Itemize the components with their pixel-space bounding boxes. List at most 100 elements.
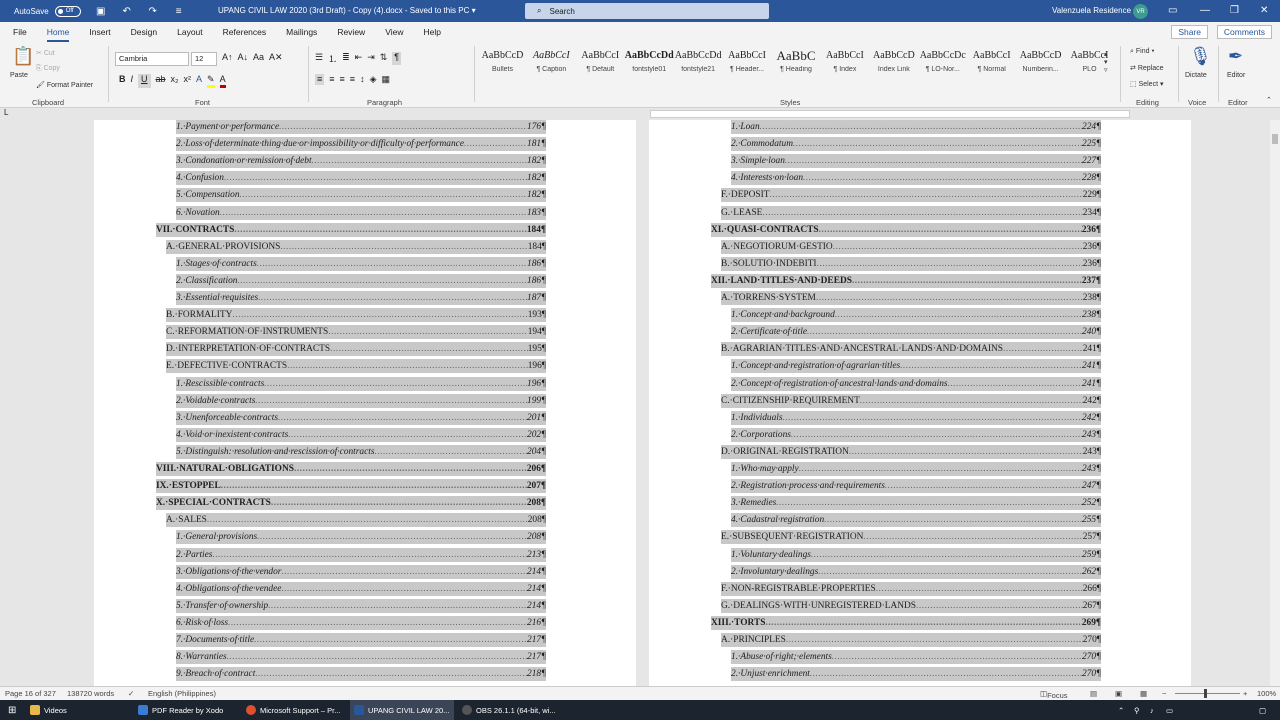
numbering-icon[interactable]: ⒈ — [328, 52, 337, 65]
paste-button[interactable]: Paste — [10, 72, 28, 79]
shading-icon[interactable]: ◈ — [370, 74, 377, 85]
tab-view[interactable]: View — [385, 22, 403, 42]
grow-font-icon[interactable]: A↑ — [222, 52, 233, 63]
toc-entry[interactable]: 9.·Breach·of·contract...................… — [176, 667, 546, 682]
toc-entry[interactable]: 2.·Commodatum...........................… — [731, 137, 1101, 152]
scrollbar-thumb[interactable] — [1272, 134, 1278, 144]
taskbar-item-videos[interactable]: Videos — [26, 700, 130, 720]
network-icon[interactable]: ⚲ — [1130, 700, 1140, 720]
toc-entry[interactable]: G.·DEALINGS·WITH·UNREGISTERED·LANDS.....… — [721, 598, 1101, 613]
tab-layout[interactable]: Layout — [177, 22, 203, 42]
toc-entry[interactable]: B.·FORMALITY............................… — [166, 308, 546, 323]
taskbar-item-obs[interactable]: OBS 26.1.1 (64-bit, wi... — [458, 700, 562, 720]
tab-selector-icon[interactable]: L — [4, 108, 8, 117]
comments-button[interactable]: Comments — [1216, 25, 1272, 39]
select-button[interactable]: ⬚ Select ▾ — [1130, 80, 1164, 88]
toc-entry[interactable]: 2.·Voidable·contracts...................… — [176, 393, 546, 408]
toc-entry[interactable]: 8.·Warranties...........................… — [176, 650, 546, 665]
tab-home[interactable]: Home — [46, 22, 70, 42]
toc-entry[interactable]: 1.·Stages·of·contracts..................… — [176, 256, 546, 271]
toc-entry[interactable]: VIII.·NATURAL·OBLIGATIONS...............… — [156, 462, 546, 476]
toc-entry[interactable]: X.·SPECIAL·CONTRACTS....................… — [156, 496, 546, 511]
toc-entry[interactable]: D.·ORIGINAL·REGISTRATION................… — [721, 444, 1101, 459]
toc-entry[interactable]: 1.·Payment·or·performance...............… — [176, 120, 546, 134]
strikethrough-icon[interactable]: ab — [156, 74, 166, 88]
style-fontstyle01[interactable]: AaBbCcDd fontstyle01 — [625, 46, 674, 92]
web-layout-icon[interactable]: ▦ — [1140, 689, 1147, 698]
toc-entry[interactable]: F.·DEPOSIT..............................… — [721, 188, 1101, 203]
clear-formatting-icon[interactable]: A✕ — [269, 52, 283, 63]
notifications-icon[interactable]: ▢ — [1255, 700, 1266, 720]
multilevel-list-icon[interactable]: ≣ — [342, 52, 350, 65]
font-size-select[interactable]: 12 — [191, 52, 217, 66]
style-index-link[interactable]: AaBbCcD Index Link — [869, 46, 918, 92]
find-button[interactable]: ⌕ Find ▾ — [1130, 48, 1154, 56]
cut-button[interactable]: ✂ Cut — [36, 49, 55, 57]
user-name[interactable]: Valenzuela Residence — [1052, 6, 1131, 15]
toc-entry[interactable]: D.·INTERPRETATION·OF·CONTRACTS..........… — [166, 342, 546, 357]
zoom-level[interactable]: 100% — [1257, 689, 1276, 698]
text-effects-icon[interactable]: A — [196, 74, 202, 88]
dictate-button[interactable]: Dictate — [1185, 72, 1207, 79]
style-default[interactable]: AaBbCcI ¶ Default — [576, 46, 625, 92]
volume-icon[interactable]: ♪ — [1146, 700, 1154, 720]
toc-entry[interactable]: 2.·Loss·of·determinate·thing·due·or·impo… — [176, 137, 546, 152]
tab-review[interactable]: Review — [337, 22, 365, 42]
word-count[interactable]: 138720 words — [67, 689, 114, 698]
close-icon[interactable]: ✕ — [1260, 5, 1268, 16]
toc-entry[interactable]: 1.·Loan.................................… — [731, 120, 1101, 134]
toc-entry[interactable]: XI.·QUASI-CONTRACTS.....................… — [711, 222, 1101, 237]
toc-entry[interactable]: XIII.·TORTS.............................… — [711, 615, 1101, 630]
superscript-icon[interactable]: x² — [184, 74, 192, 88]
tab-references[interactable]: References — [223, 22, 266, 42]
toc-entry[interactable]: 4.·Void·or·inexistent·contracts.........… — [176, 427, 546, 442]
toc-entry[interactable]: 1.·General·provisions...................… — [176, 530, 546, 545]
taskbar-item-browser[interactable]: Microsoft Support – Pr... — [242, 700, 346, 720]
align-right-icon[interactable]: ≡ — [340, 74, 345, 85]
tab-insert[interactable]: Insert — [89, 22, 110, 42]
toc-entry[interactable]: 4.·Cadastral·registration...............… — [731, 513, 1101, 528]
style-normal[interactable]: AaBbCcI ¶ Normal — [967, 46, 1016, 92]
toc-entry[interactable]: 6.·Risk·of·loss.........................… — [176, 615, 546, 630]
save-icon[interactable]: ▣ — [95, 6, 107, 17]
autosave-toggle[interactable]: Off — [54, 5, 81, 17]
focus-mode-button[interactable]: ◫ Focus — [1040, 689, 1068, 700]
vertical-scrollbar[interactable] — [1270, 120, 1280, 686]
style-lo-normal[interactable]: AaBbCcDc ¶ LO-Nor... — [918, 46, 967, 92]
tab-help[interactable]: Help — [423, 22, 440, 42]
restore-icon[interactable]: ❐ — [1230, 5, 1239, 16]
toc-entry[interactable]: C.·REFORMATION·OF·INSTRUMENTS...........… — [166, 325, 546, 340]
language-indicator[interactable]: English (Philippines) — [148, 689, 216, 698]
toc-entry[interactable]: A.·PRINCIPLES...........................… — [721, 633, 1101, 647]
read-mode-icon[interactable]: ▤ — [1090, 689, 1097, 698]
toc-entry[interactable]: A.·SALES................................… — [166, 513, 546, 528]
toc-entry[interactable]: 2.·Involuntary·dealings.................… — [731, 564, 1101, 579]
share-button[interactable]: Share — [1171, 25, 1208, 39]
toc-entry[interactable]: VII.·CONTRACTS..........................… — [156, 222, 546, 237]
style-caption[interactable]: AaBbCcI ¶ Caption — [527, 46, 576, 92]
search-input[interactable]: ⌕ Search — [525, 3, 769, 19]
zoom-slider[interactable] — [1175, 693, 1240, 694]
toc-entry[interactable]: 2.·Corporations.........................… — [731, 427, 1101, 442]
toc-entry[interactable]: B.·AGRARIAN·TITLES·AND·ANCESTRAL·LANDS·A… — [721, 342, 1101, 357]
replace-button[interactable]: ⇄ Replace — [1130, 64, 1164, 72]
proofing-icon[interactable]: ✓ — [128, 689, 134, 698]
zoom-in-icon[interactable]: + — [1243, 689, 1247, 698]
toc-entry[interactable]: 6.·Novation.............................… — [176, 205, 546, 220]
microphone-icon[interactable]: 🎙 — [1189, 46, 1212, 67]
undo-icon[interactable]: ↶ — [121, 6, 133, 17]
toc-entry[interactable]: 3.·Remedies.............................… — [731, 496, 1101, 511]
decrease-indent-icon[interactable]: ⇤ — [355, 52, 363, 65]
toc-entry[interactable]: A.·TORRENS·SYSTEM.......................… — [721, 291, 1101, 305]
sort-icon[interactable]: ⇅ — [380, 52, 388, 65]
format-painter-button[interactable]: 🖌 Format Painter — [36, 81, 93, 89]
font-family-select[interactable]: Cambria — [115, 52, 189, 66]
toc-entry[interactable]: 1.·Voluntary·dealings...................… — [731, 547, 1101, 562]
line-spacing-icon[interactable]: ↕ — [360, 74, 365, 85]
redo-icon[interactable]: ↷ — [147, 6, 159, 17]
copy-button[interactable]: ⎘ Copy — [36, 65, 60, 73]
toc-entry[interactable]: 3.·Condonation·or·remission·of·debt.....… — [176, 154, 546, 169]
toc-entry[interactable]: 5.·Transfer·of·ownership................… — [176, 598, 546, 613]
print-layout-icon[interactable]: ▣ — [1115, 689, 1122, 698]
zoom-slider-thumb[interactable] — [1204, 689, 1207, 698]
